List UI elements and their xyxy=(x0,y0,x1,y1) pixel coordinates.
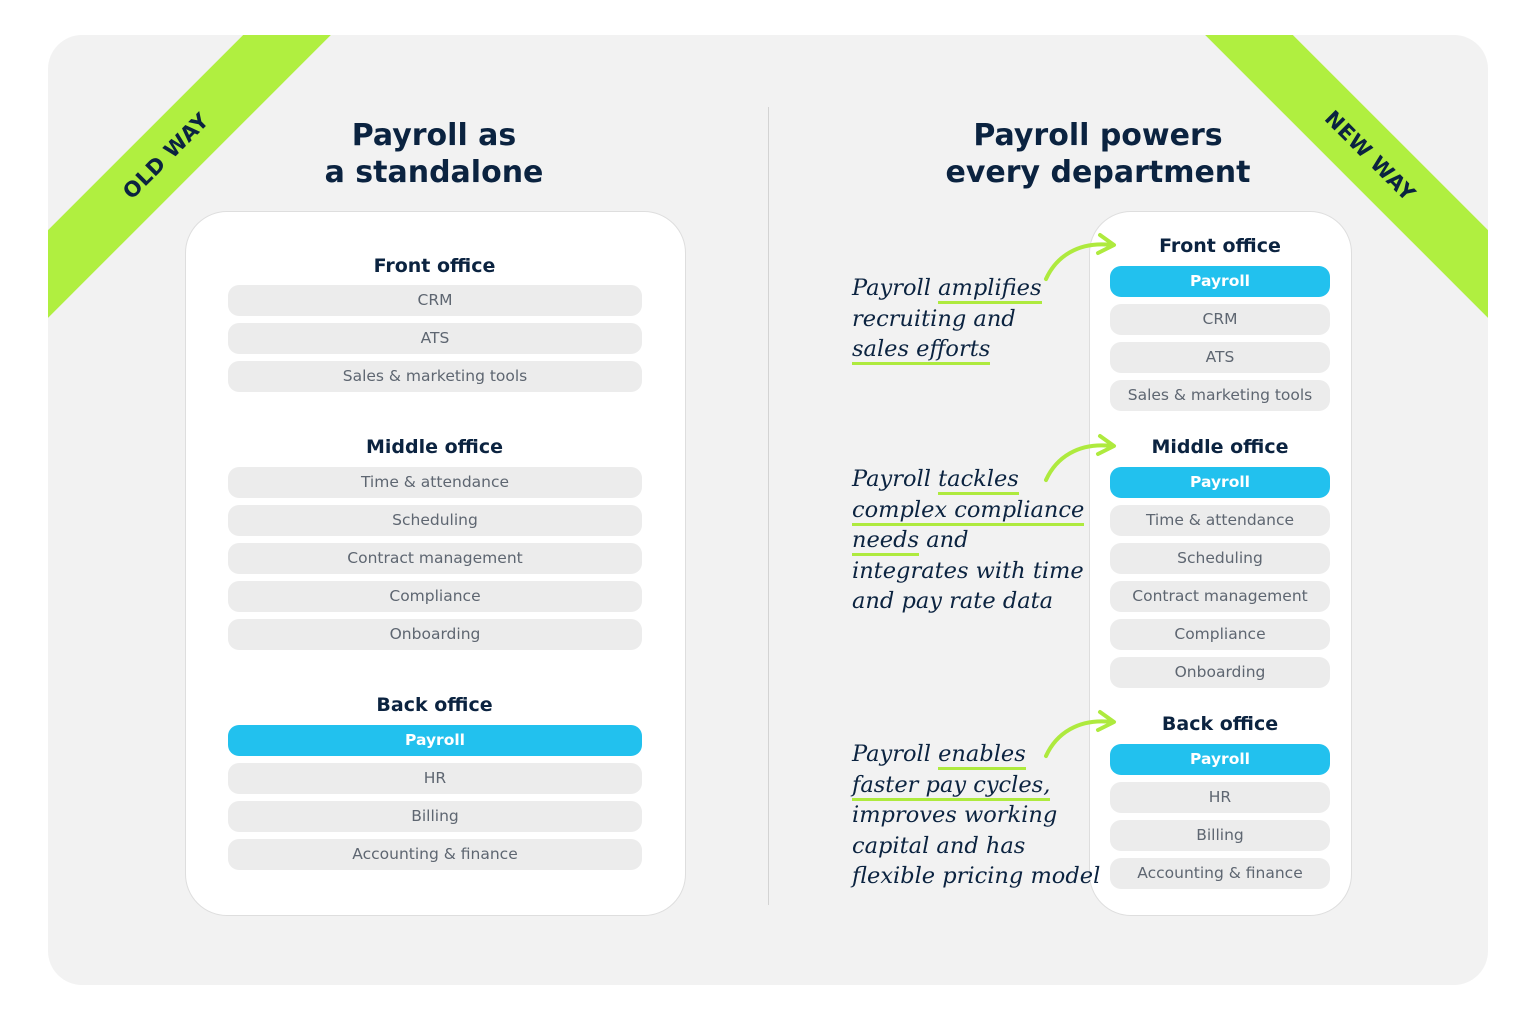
new-front-office-title: Front office xyxy=(1159,235,1281,257)
new-way-title-line1: Payroll powers xyxy=(973,118,1223,153)
note-back-office: Payroll enables faster pay cycles, impro… xyxy=(852,741,1101,889)
underlined-phrase: complex compliance xyxy=(852,496,1085,526)
old-way-title: Payroll as a standalone xyxy=(278,117,590,191)
curved-arrow-icon xyxy=(1044,233,1116,281)
new-back-item: Accounting & finance xyxy=(1110,858,1330,889)
underlined-phrase: amplifies xyxy=(938,275,1042,304)
old-back-item: Accounting & finance xyxy=(228,839,642,870)
underlined-phrase: tackles xyxy=(938,466,1019,495)
comparison-panel: OLD WAY NEW WAY Payroll as a standalone … xyxy=(48,35,1488,985)
old-middle-item: Onboarding xyxy=(228,619,642,650)
new-way-label: NEW WAY xyxy=(1319,105,1421,207)
new-back-item-payroll: Payroll xyxy=(1110,744,1330,775)
new-middle-item: Onboarding xyxy=(1110,657,1330,688)
old-back-item: Billing xyxy=(228,801,642,832)
new-front-item: ATS xyxy=(1110,342,1330,373)
old-front-item: CRM xyxy=(228,285,642,316)
old-middle-item: Scheduling xyxy=(228,505,642,536)
new-front-item: CRM xyxy=(1110,304,1330,335)
old-front-item: Sales & marketing tools xyxy=(228,361,642,392)
new-way-title: Payroll powers every department xyxy=(928,117,1268,191)
old-back-item: HR xyxy=(228,763,642,794)
new-middle-item: Time & attendance xyxy=(1110,505,1330,536)
old-front-office-title: Front office xyxy=(373,255,496,277)
old-middle-item: Time & attendance xyxy=(228,467,642,498)
new-middle-item: Contract management xyxy=(1110,581,1330,612)
old-back-item-payroll: Payroll xyxy=(228,725,642,756)
old-back-office-title: Back office xyxy=(376,694,493,716)
note-front-office: Payroll amplifies recruiting and sales e… xyxy=(852,273,1042,365)
new-middle-item: Scheduling xyxy=(1110,543,1330,574)
new-front-item: Sales & marketing tools xyxy=(1110,380,1330,411)
old-way-label: OLD WAY xyxy=(118,108,214,204)
underlined-phrase: faster pay cycles, xyxy=(852,771,1051,801)
new-middle-item-payroll: Payroll xyxy=(1110,467,1330,498)
center-divider xyxy=(768,107,769,905)
new-middle-item: Compliance xyxy=(1110,619,1330,650)
old-way-title-line1: Payroll as xyxy=(351,118,517,153)
underlined-phrase: sales efforts xyxy=(852,336,991,365)
old-front-item: ATS xyxy=(228,323,642,354)
old-middle-item: Contract management xyxy=(228,543,642,574)
note-middle-office: Payroll tackles complex compliance needs… xyxy=(852,466,1085,614)
underlined-phrase: enables xyxy=(938,741,1026,770)
new-way-title-line2: every department xyxy=(945,155,1251,190)
underlined-phrase: needs xyxy=(852,527,920,556)
old-way-title-line2: a standalone xyxy=(324,155,544,190)
new-back-item: Billing xyxy=(1110,820,1330,851)
old-middle-item: Compliance xyxy=(228,581,642,612)
new-front-item-payroll: Payroll xyxy=(1110,266,1330,297)
new-middle-office-title: Middle office xyxy=(1151,436,1289,458)
new-back-item: HR xyxy=(1110,782,1330,813)
new-back-office-title: Back office xyxy=(1161,713,1279,735)
old-middle-office-title: Middle office xyxy=(365,436,504,458)
